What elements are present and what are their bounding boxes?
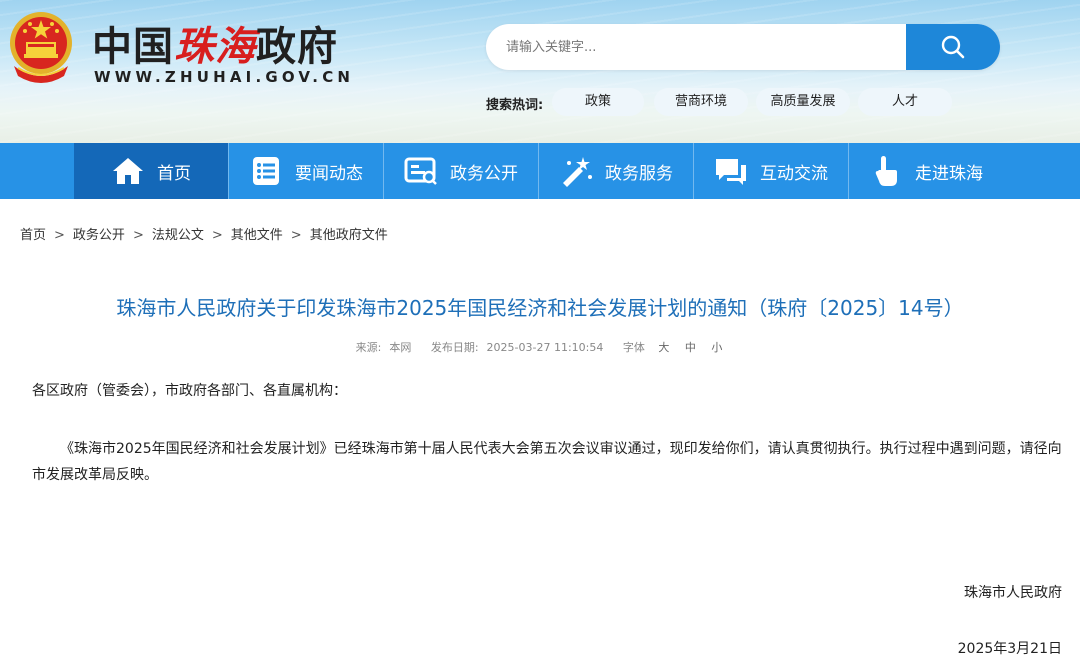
nav-label: 走进珠海 [915, 163, 983, 184]
logo-text-part3: 政府 [256, 24, 338, 70]
nav-label: 要闻动态 [295, 163, 363, 184]
hand-icon [869, 154, 903, 188]
article-title: 珠海市人民政府关于印发珠海市2025年国民经济和社会发展计划的通知（珠府〔202… [116, 296, 964, 320]
hot-tag-business-environment[interactable]: 营商环境 [654, 88, 748, 116]
search-input[interactable] [486, 24, 926, 70]
font-size-large-button[interactable]: 大 [658, 341, 669, 354]
nav-label: 互动交流 [760, 163, 828, 184]
main-nav: 首页 要闻动态 政务公开 政务服务 互动交流 走进珠海 [0, 143, 1080, 199]
breadcrumb-separator: > [132, 228, 144, 243]
breadcrumb-other-gov-documents[interactable]: 其他政府文件 [310, 228, 388, 243]
site-logo[interactable]: 中国珠海政府 [92, 14, 338, 72]
breadcrumb-separator: > [290, 228, 302, 243]
nav-gov-disclosure[interactable]: 政务公开 [384, 143, 538, 199]
search-box [486, 24, 1000, 70]
publish-date: 2025-03-27 11:10:54 [486, 341, 604, 354]
hot-tag-high-quality-development[interactable]: 高质量发展 [756, 88, 850, 116]
breadcrumb-home[interactable]: 首页 [20, 228, 46, 243]
nav-label: 政务公开 [450, 163, 518, 184]
home-icon [111, 154, 145, 188]
nav-news[interactable]: 要闻动态 [229, 143, 383, 199]
font-size-medium-button[interactable]: 中 [685, 341, 696, 354]
chat-icon [714, 154, 748, 188]
article-body: 《珠海市2025年国民经济和社会发展计划》已经珠海市第十届人民代表大会第五次会议… [32, 441, 1062, 483]
publish-date-label: 发布日期: [430, 341, 479, 354]
document-icon [404, 154, 438, 188]
breadcrumb-gov-disclosure[interactable]: 政务公开 [73, 228, 125, 243]
breadcrumb-separator: > [211, 228, 223, 243]
logo-text-calligraphy: 珠海 [174, 23, 256, 70]
breadcrumb-regulations[interactable]: 法规公文 [152, 228, 204, 243]
font-size-label: 字体 [622, 341, 645, 354]
nav-home[interactable]: 首页 [74, 143, 228, 199]
breadcrumb: 首页 > 政务公开 > 法规公文 > 其他文件 > 其他政府文件 [20, 224, 388, 243]
nav-gov-services[interactable]: 政务服务 [539, 143, 693, 199]
nav-about-zhuhai[interactable]: 走进珠海 [849, 143, 1003, 199]
search-icon [941, 35, 965, 59]
search-button[interactable] [906, 24, 1000, 70]
hot-tag-talent[interactable]: 人才 [858, 88, 952, 116]
site-url: WWW.ZHUHAI.GOV.CN [94, 68, 355, 86]
article-salutation: 各区政府（管委会），市政府各部门、各直属机构： [32, 383, 347, 399]
source-label: 来源: [355, 341, 382, 354]
nav-interaction[interactable]: 互动交流 [694, 143, 848, 199]
news-icon [249, 154, 283, 188]
article-signer: 珠海市人民政府 [964, 585, 1062, 601]
source-value: 本网 [389, 341, 412, 354]
breadcrumb-separator: > [54, 228, 65, 243]
nav-label: 政务服务 [605, 163, 673, 184]
hot-tag-policy[interactable]: 政策 [552, 88, 644, 116]
article-meta: 来源: 本网 发布日期: 2025-03-27 11:10:54 字体 大 中 小 [0, 339, 1080, 355]
breadcrumb-other-documents[interactable]: 其他文件 [231, 228, 283, 243]
national-emblem-icon [10, 12, 72, 83]
nav-label: 首页 [157, 163, 191, 184]
article-sign-date: 2025年3月21日 [957, 641, 1062, 657]
site-header: 中国珠海政府 WWW.ZHUHAI.GOV.CN 搜索热词: 政策 营商环境 高… [0, 0, 1080, 143]
hot-search-label: 搜索热词: [486, 98, 544, 113]
font-size-small-button[interactable]: 小 [711, 341, 722, 354]
logo-text-part1: 中国 [92, 24, 174, 70]
service-icon [559, 154, 593, 188]
